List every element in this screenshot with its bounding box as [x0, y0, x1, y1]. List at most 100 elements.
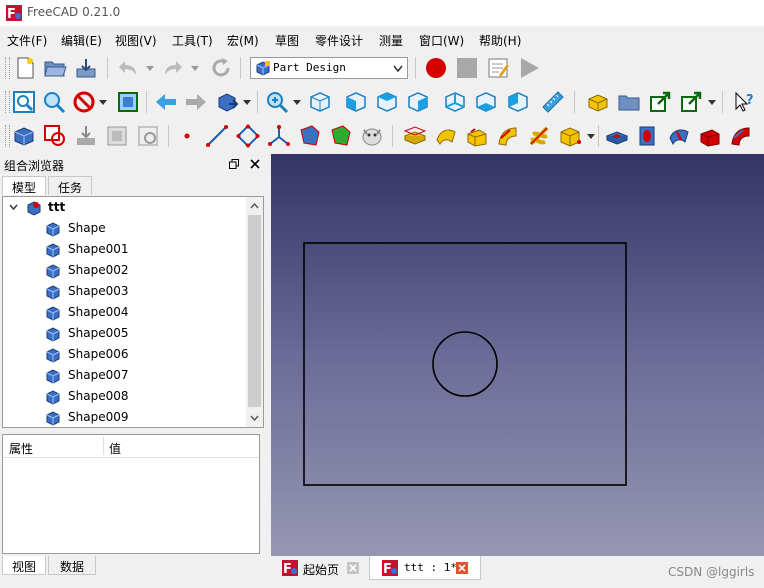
refresh-icon[interactable] [209, 56, 233, 80]
forward-arrow-icon[interactable] [184, 90, 208, 114]
menu-sketch[interactable]: 草图 [275, 32, 299, 49]
workbench-select[interactable]: Part Design [250, 57, 408, 79]
draw-style-dropdown-icon[interactable] [99, 98, 107, 106]
validate-sketch-icon[interactable] [105, 124, 129, 148]
scroll-down-icon[interactable] [250, 415, 259, 422]
sketch-rectangle[interactable] [303, 242, 627, 486]
additive-box-icon[interactable] [558, 124, 582, 148]
view-top-icon[interactable] [375, 90, 399, 114]
view-rear-icon[interactable] [443, 90, 467, 114]
measure-ruler-icon[interactable] [541, 90, 565, 114]
menu-window[interactable]: 窗口(W) [419, 32, 464, 49]
menu-macro[interactable]: 宏(M) [227, 32, 259, 49]
groove-icon[interactable] [667, 124, 691, 148]
create-sketch-icon[interactable] [43, 124, 67, 148]
open-folder-icon[interactable] [43, 56, 67, 80]
create-group-icon[interactable] [617, 90, 641, 114]
send-to-python-icon[interactable] [215, 90, 239, 114]
link-dropdown-icon[interactable] [708, 98, 716, 106]
zoom-icon[interactable] [265, 90, 289, 114]
map-sketch-icon[interactable] [136, 124, 160, 148]
toolbar-grip[interactable] [5, 57, 10, 79]
redo-icon[interactable] [161, 56, 185, 80]
tree-item[interactable]: Shape009 [3, 407, 247, 427]
tree-item[interactable]: Shape002 [3, 260, 247, 281]
tree-scrollbar[interactable] [246, 197, 263, 427]
record-macro-icon[interactable] [424, 56, 448, 80]
play-macro-icon[interactable] [517, 56, 541, 80]
menu-part-design[interactable]: 零件设计 [315, 32, 363, 49]
new-file-icon[interactable] [13, 56, 37, 80]
tab-data[interactable]: 数据 [48, 556, 96, 575]
link-actions-icon[interactable] [679, 90, 703, 114]
expand-arrow-icon[interactable] [9, 204, 18, 211]
subtractive-loft-icon[interactable] [698, 124, 722, 148]
stop-macro-icon[interactable] [455, 56, 479, 80]
view-bottom-icon[interactable] [474, 90, 498, 114]
shape-binder-icon[interactable] [298, 124, 322, 148]
value-column-header[interactable]: 值 [109, 440, 121, 457]
fit-selection-icon[interactable] [42, 90, 66, 114]
tab-start-page[interactable]: F 起始页 [275, 556, 363, 580]
tab-view[interactable]: 视图 [2, 556, 46, 575]
whats-this-icon[interactable]: ? [733, 90, 757, 114]
undo-dropdown-icon[interactable] [146, 64, 154, 72]
pad-icon[interactable] [403, 124, 427, 148]
sub-shape-binder-icon[interactable] [329, 124, 353, 148]
create-body-icon[interactable] [12, 124, 36, 148]
menu-tools[interactable]: 工具(T) [172, 32, 213, 49]
local-cs-icon[interactable] [267, 124, 291, 148]
float-panel-icon[interactable] [229, 159, 239, 169]
edit-sketch-icon[interactable] [74, 124, 98, 148]
property-column-header[interactable]: 属性 [9, 440, 33, 457]
undo-icon[interactable] [116, 56, 140, 80]
save-icon[interactable] [74, 56, 98, 80]
menu-help[interactable]: 帮助(H) [479, 32, 521, 49]
draw-style-icon[interactable] [72, 90, 96, 114]
additive-loft-icon[interactable] [465, 124, 489, 148]
tab-tasks[interactable]: 任务 [48, 176, 92, 195]
link-icon[interactable] [648, 90, 672, 114]
redo-dropdown-icon[interactable] [191, 64, 199, 72]
additive-helix-icon[interactable] [527, 124, 551, 148]
tree-item[interactable]: Shape [3, 218, 247, 239]
tree-item[interactable]: Shape003 [3, 281, 247, 302]
tree-item[interactable]: Shape008 [3, 386, 247, 407]
tree-item[interactable]: Shape007 [3, 365, 247, 386]
close-panel-icon[interactable] [250, 159, 260, 169]
menu-file[interactable]: 文件(F) [7, 32, 47, 49]
tree-root-item[interactable]: ttt [3, 197, 247, 218]
sketch-geometry[interactable] [271, 154, 764, 556]
scroll-thumb[interactable] [248, 215, 261, 407]
revolution-icon[interactable] [434, 124, 458, 148]
menu-view[interactable]: 视图(V) [115, 32, 157, 49]
pocket-icon[interactable] [605, 124, 629, 148]
tab-document-ttt[interactable]: F ttt : 1* [369, 556, 481, 580]
view-isometric-icon[interactable] [308, 90, 332, 114]
subtractive-pipe-icon[interactable] [729, 124, 753, 148]
close-tab-icon[interactable] [456, 562, 468, 574]
clone-icon[interactable] [360, 124, 384, 148]
tab-model[interactable]: 模型 [2, 176, 46, 195]
zoom-dropdown-icon[interactable] [293, 98, 301, 106]
additive-primitive-dropdown-icon[interactable] [587, 132, 595, 140]
view-left-icon[interactable] [506, 90, 530, 114]
back-arrow-icon[interactable] [154, 90, 178, 114]
tree-item[interactable]: Shape006 [3, 344, 247, 365]
fit-all-icon[interactable] [12, 90, 36, 114]
tree-item[interactable]: Shape001 [3, 239, 247, 260]
bounding-box-icon[interactable] [116, 90, 140, 114]
structure-dropdown-icon[interactable] [243, 98, 251, 106]
tree-item[interactable]: Shape005 [3, 323, 247, 344]
menu-edit[interactable]: 编辑(E) [61, 32, 102, 49]
hole-icon[interactable] [636, 124, 660, 148]
datum-plane-icon[interactable] [236, 124, 260, 148]
datum-point-icon[interactable] [175, 124, 199, 148]
additive-pipe-icon[interactable] [496, 124, 520, 148]
create-part-icon[interactable] [586, 90, 610, 114]
3d-viewport[interactable] [271, 154, 764, 556]
edit-macro-icon[interactable] [486, 56, 510, 80]
datum-line-icon[interactable] [205, 124, 229, 148]
menu-measure[interactable]: 测量 [379, 32, 403, 49]
tree-item[interactable]: Shape004 [3, 302, 247, 323]
